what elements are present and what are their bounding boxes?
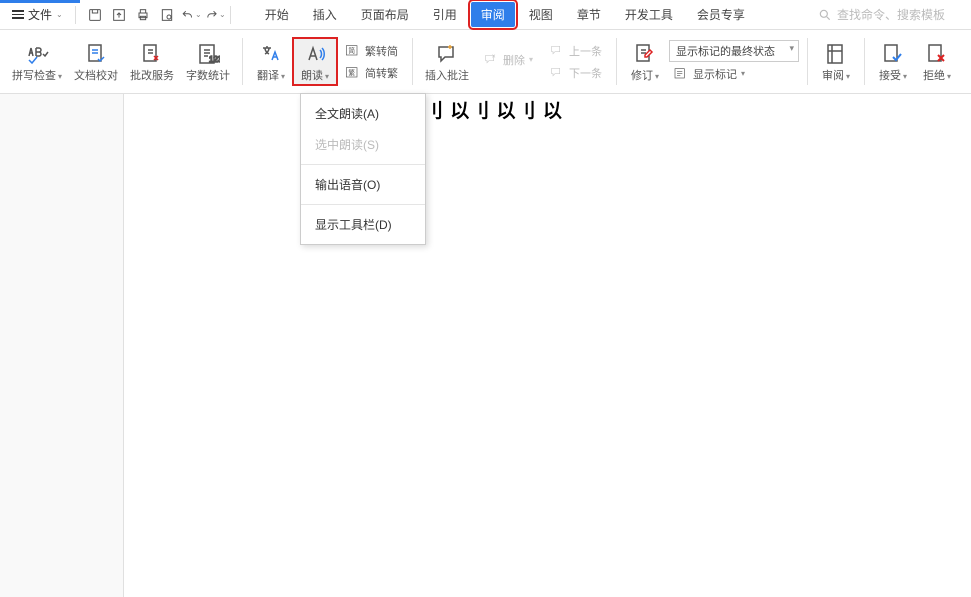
accept-button[interactable]: 接受▾ (871, 38, 915, 85)
wordcount-icon: 123 (196, 40, 220, 68)
trad2simp-icon: 简 (345, 43, 361, 59)
trad2simp-button[interactable]: 简 繁转简 (341, 41, 402, 61)
menu-show-toolbar[interactable]: 显示工具栏(D) (301, 209, 425, 240)
command-search[interactable] (818, 8, 967, 22)
ribbon-tabs: 开始 插入 页面布局 引用 审阅 视图 章节 开发工具 会员专享 (255, 0, 755, 29)
tab-pagelayout[interactable]: 页面布局 (351, 2, 419, 27)
redo-icon[interactable]: ⌄ (204, 4, 226, 26)
simp2trad-icon: 繁 (345, 65, 361, 81)
displaymode-select[interactable]: 显示标记的最终状态 (669, 40, 799, 62)
insertcomment-button[interactable]: 插入批注 (419, 38, 475, 85)
ribbon-review: 拼写检查▾ 文档校对 批改服务 123 字数统计 翻译▾ 朗读▾ 简 繁转简 (0, 30, 971, 94)
preview-icon[interactable] (156, 4, 178, 26)
tab-insert[interactable]: 插入 (303, 2, 347, 27)
tab-references[interactable]: 引用 (423, 2, 467, 27)
translate-icon (259, 40, 283, 68)
accept-icon (881, 40, 905, 68)
hamburger-icon (12, 10, 24, 19)
next-comment-button: 下一条 (545, 63, 606, 83)
doccheck-icon (84, 40, 108, 68)
wordcount-button[interactable]: 123 字数统计 (180, 38, 236, 85)
undo-icon[interactable]: ⌄ (180, 4, 202, 26)
readaloud-dropdown: 全文朗读(A) 选中朗读(S) 输出语音(O) 显示工具栏(D) (300, 93, 426, 245)
tab-review[interactable]: 审阅 (471, 2, 515, 27)
tab-chapter[interactable]: 章节 (567, 2, 611, 27)
showmarkup-icon (673, 66, 689, 82)
tab-view[interactable]: 视图 (519, 2, 563, 27)
revservice-button[interactable]: 批改服务 (124, 38, 180, 85)
reject-icon (925, 40, 949, 68)
menu-output-audio[interactable]: 输出语音(O) (301, 169, 425, 200)
file-menu-button[interactable]: 文件 ⌄ (4, 0, 71, 29)
prev-icon (549, 43, 565, 59)
trackchanges-button[interactable]: 修订▾ (623, 38, 667, 85)
export-icon[interactable] (108, 4, 130, 26)
search-icon (818, 8, 832, 22)
document-text: 刂 以刂 以刂 以 (424, 96, 563, 123)
menu-read-selection: 选中朗读(S) (301, 129, 425, 160)
readaloud-button[interactable]: 朗读▾ (293, 38, 337, 85)
comment-icon (435, 40, 459, 68)
doccheck-button[interactable]: 文档校对 (68, 38, 124, 85)
title-bar: 文件 ⌄ ⌄ ⌄ 开始 插入 页面布局 引用 审阅 视图 章节 开发工具 会员专… (0, 0, 971, 30)
menu-separator (301, 164, 425, 165)
reject-button[interactable]: 拒绝▾ (915, 38, 959, 85)
readaloud-icon (303, 40, 327, 68)
tab-member[interactable]: 会员专享 (687, 2, 755, 27)
save-icon[interactable] (84, 4, 106, 26)
chevron-down-icon: ⌄ (56, 10, 63, 19)
file-label: 文件 (28, 6, 52, 23)
revservice-icon (140, 40, 164, 68)
trackchanges-icon (633, 40, 657, 68)
delete-comment-button: 删除▾ (479, 50, 537, 70)
print-icon[interactable] (132, 4, 154, 26)
reviewpane-button[interactable]: 审阅▾ (814, 38, 858, 85)
spellcheck-button[interactable]: 拼写检查▾ (6, 38, 68, 85)
next-icon (549, 65, 565, 81)
svg-text:繁: 繁 (348, 68, 355, 77)
showmarkup-button[interactable]: 显示标记▾ (669, 64, 799, 84)
menu-read-all[interactable]: 全文朗读(A) (301, 98, 425, 129)
translate-button[interactable]: 翻译▾ (249, 38, 293, 85)
menu-separator (301, 204, 425, 205)
document-area[interactable]: 刂 以刂 以刂 以 (124, 94, 971, 597)
reviewpane-icon (824, 40, 848, 68)
svg-text:简: 简 (348, 46, 355, 55)
prev-comment-button: 上一条 (545, 41, 606, 61)
spellcheck-icon (25, 40, 49, 68)
tab-start[interactable]: 开始 (255, 2, 299, 27)
search-input[interactable] (837, 8, 957, 22)
workspace: 刂 以刂 以刂 以 (0, 94, 971, 597)
tab-developer[interactable]: 开发工具 (615, 2, 683, 27)
delete-icon (483, 52, 499, 68)
navigation-pane[interactable] (0, 94, 124, 597)
quick-access-toolbar: ⌄ ⌄ (84, 4, 226, 26)
svg-text:123: 123 (209, 55, 220, 64)
simp2trad-button[interactable]: 繁 简转繁 (341, 63, 402, 83)
